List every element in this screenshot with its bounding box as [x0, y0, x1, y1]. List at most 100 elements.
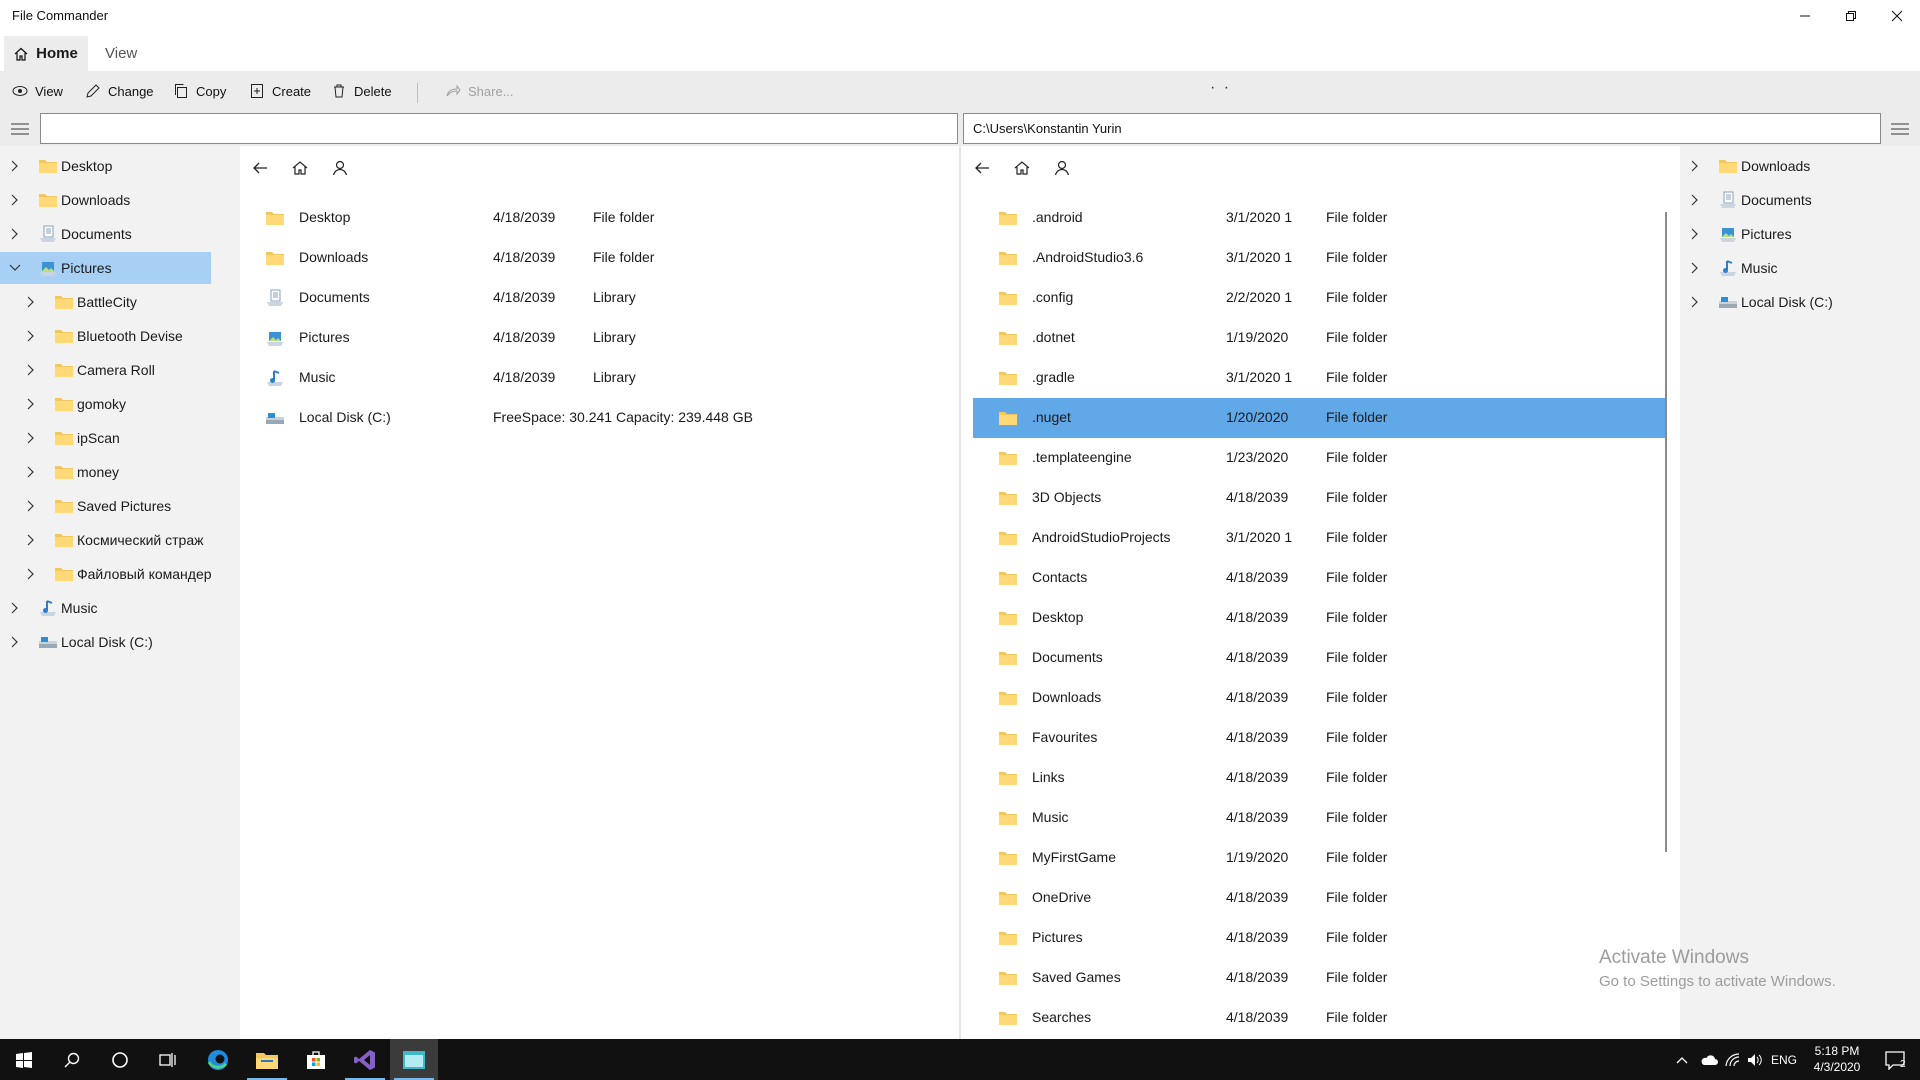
tree-item[interactable]: Downloads [1680, 150, 1920, 182]
tree-item[interactable]: Downloads [0, 184, 240, 216]
delete-button[interactable]: Delete [331, 71, 392, 111]
file-row[interactable]: OneDrive 4/18/2039 File folder [973, 878, 1667, 918]
volume-tray-button[interactable] [1744, 1039, 1766, 1080]
expand-toggle[interactable] [25, 432, 37, 444]
file-row[interactable]: Desktop 4/18/2039 File folder [973, 598, 1667, 638]
more-options-button[interactable]: · · [1210, 79, 1231, 97]
edge-taskbar-button[interactable] [194, 1039, 242, 1080]
task-view-button[interactable] [144, 1039, 192, 1080]
tree-item[interactable]: BattleCity [0, 286, 240, 318]
file-row[interactable]: 3D Objects 4/18/2039 File folder [973, 478, 1667, 518]
expand-toggle[interactable] [9, 262, 21, 274]
tree-item[interactable]: Desktop [0, 150, 240, 182]
start-button[interactable] [0, 1039, 48, 1080]
file-row[interactable]: Links 4/18/2039 File folder [973, 758, 1667, 798]
input-language-indicator[interactable]: ENG [1766, 1039, 1802, 1080]
expand-toggle[interactable] [25, 500, 37, 512]
expand-toggle[interactable] [9, 194, 21, 206]
tree-item[interactable]: Documents [0, 218, 240, 250]
tree-item[interactable]: Camera Roll [0, 354, 240, 386]
tree-item[interactable]: Космический страж [0, 524, 240, 556]
show-hidden-icons-button[interactable] [1668, 1039, 1696, 1080]
restore-button[interactable] [1828, 0, 1874, 32]
file-row[interactable]: Music 4/18/2039 Library [240, 358, 934, 398]
expand-toggle[interactable] [25, 364, 37, 376]
tree-item[interactable]: Documents [1680, 184, 1920, 216]
back-button[interactable] [248, 156, 272, 180]
close-button[interactable] [1874, 0, 1920, 32]
expand-toggle[interactable] [1689, 228, 1701, 240]
tab-home[interactable]: Home [4, 36, 88, 71]
tree-item[interactable]: Pictures [0, 252, 211, 284]
home-button[interactable] [288, 156, 312, 180]
file-row[interactable]: Contacts 4/18/2039 File folder [973, 558, 1667, 598]
file-row[interactable]: .config 2/2/2020 1 File folder [973, 278, 1667, 318]
expand-toggle[interactable] [25, 466, 37, 478]
file-explorer-taskbar-button[interactable] [243, 1039, 291, 1080]
right-path-input[interactable] [963, 113, 1881, 144]
tree-item[interactable]: gomoky [0, 388, 240, 420]
left-path-input[interactable] [40, 113, 958, 144]
right-pane-scrollbar[interactable] [1665, 212, 1667, 852]
home-button[interactable] [1010, 156, 1034, 180]
expand-toggle[interactable] [9, 636, 21, 648]
expand-toggle[interactable] [9, 228, 21, 240]
visual-studio-taskbar-button[interactable] [341, 1039, 389, 1080]
search-button[interactable] [48, 1039, 96, 1080]
expand-toggle[interactable] [9, 602, 21, 614]
expand-toggle[interactable] [25, 534, 37, 546]
expand-toggle[interactable] [25, 398, 37, 410]
expand-toggle[interactable] [1689, 194, 1701, 206]
file-row[interactable]: Music 4/18/2039 File folder [973, 798, 1667, 838]
file-commander-taskbar-button[interactable] [390, 1039, 438, 1080]
file-row[interactable]: Desktop 4/18/2039 File folder [240, 198, 934, 238]
file-row[interactable]: .templateengine 1/23/2020 File folder [973, 438, 1667, 478]
file-row[interactable]: Documents 4/18/2039 Library [240, 278, 934, 318]
expand-toggle[interactable] [25, 568, 37, 580]
tree-item[interactable]: Music [0, 592, 240, 624]
view-button[interactable]: View [12, 71, 63, 111]
file-row[interactable]: Documents 4/18/2039 File folder [973, 638, 1667, 678]
file-row[interactable]: Pictures 4/18/2039 Library [240, 318, 934, 358]
store-taskbar-button[interactable] [292, 1039, 340, 1080]
expand-toggle[interactable] [25, 330, 37, 342]
user-button[interactable] [1050, 156, 1074, 180]
tree-item[interactable]: Saved Pictures [0, 490, 240, 522]
file-row[interactable]: .dotnet 1/19/2020 File folder [973, 318, 1667, 358]
file-row[interactable]: Downloads 4/18/2039 File folder [973, 678, 1667, 718]
file-row[interactable]: MyFirstGame 1/19/2020 File folder [973, 838, 1667, 878]
tree-item[interactable]: Файловый командер [0, 558, 240, 590]
file-row[interactable]: Local Disk (C:) FreeSpace: 30.241 Capacit… [240, 398, 934, 438]
copy-button[interactable]: Copy [173, 71, 226, 111]
minimize-button[interactable] [1782, 0, 1828, 32]
change-button[interactable]: Change [85, 71, 154, 111]
tree-item[interactable]: Bluetooth Devise [0, 320, 240, 352]
action-center-button[interactable]: 2 [1876, 1039, 1916, 1080]
user-button[interactable] [328, 156, 352, 180]
file-row[interactable]: .AndroidStudio3.6 3/1/2020 1 File folder [973, 238, 1667, 278]
expand-toggle[interactable] [9, 160, 21, 172]
create-button[interactable]: Create [249, 71, 311, 111]
tree-item[interactable]: Local Disk (C:) [0, 626, 240, 658]
tree-item[interactable]: Music [1680, 252, 1920, 284]
tab-view[interactable]: View [105, 36, 137, 71]
expand-toggle[interactable] [1689, 262, 1701, 274]
file-row[interactable]: Favourites 4/18/2039 File folder [973, 718, 1667, 758]
file-row[interactable]: Pictures 4/18/2039 File folder [973, 918, 1667, 958]
share-button[interactable]: Share... [445, 71, 514, 111]
back-button[interactable] [970, 156, 994, 180]
cortana-button[interactable] [96, 1039, 144, 1080]
file-row[interactable]: Downloads 4/18/2039 File folder [240, 238, 934, 278]
file-row[interactable]: AndroidStudioProjects 3/1/2020 1 File fold… [973, 518, 1667, 558]
clock[interactable]: 5:18 PM 4/3/2020 [1802, 1043, 1872, 1075]
tree-item[interactable]: Pictures [1680, 218, 1920, 250]
file-row[interactable]: .nuget 1/20/2020 File folder [973, 398, 1667, 438]
onedrive-tray-button[interactable] [1696, 1039, 1722, 1080]
file-row[interactable]: Saved Games 4/18/2039 File folder [973, 958, 1667, 998]
left-menu-button[interactable] [0, 111, 40, 146]
tree-item[interactable]: Local Disk (C:) [1680, 286, 1920, 318]
network-tray-button[interactable] [1722, 1039, 1744, 1080]
expand-toggle[interactable] [25, 296, 37, 308]
file-row[interactable]: Searches 4/18/2039 File folder [973, 998, 1667, 1038]
expand-toggle[interactable] [1689, 160, 1701, 172]
